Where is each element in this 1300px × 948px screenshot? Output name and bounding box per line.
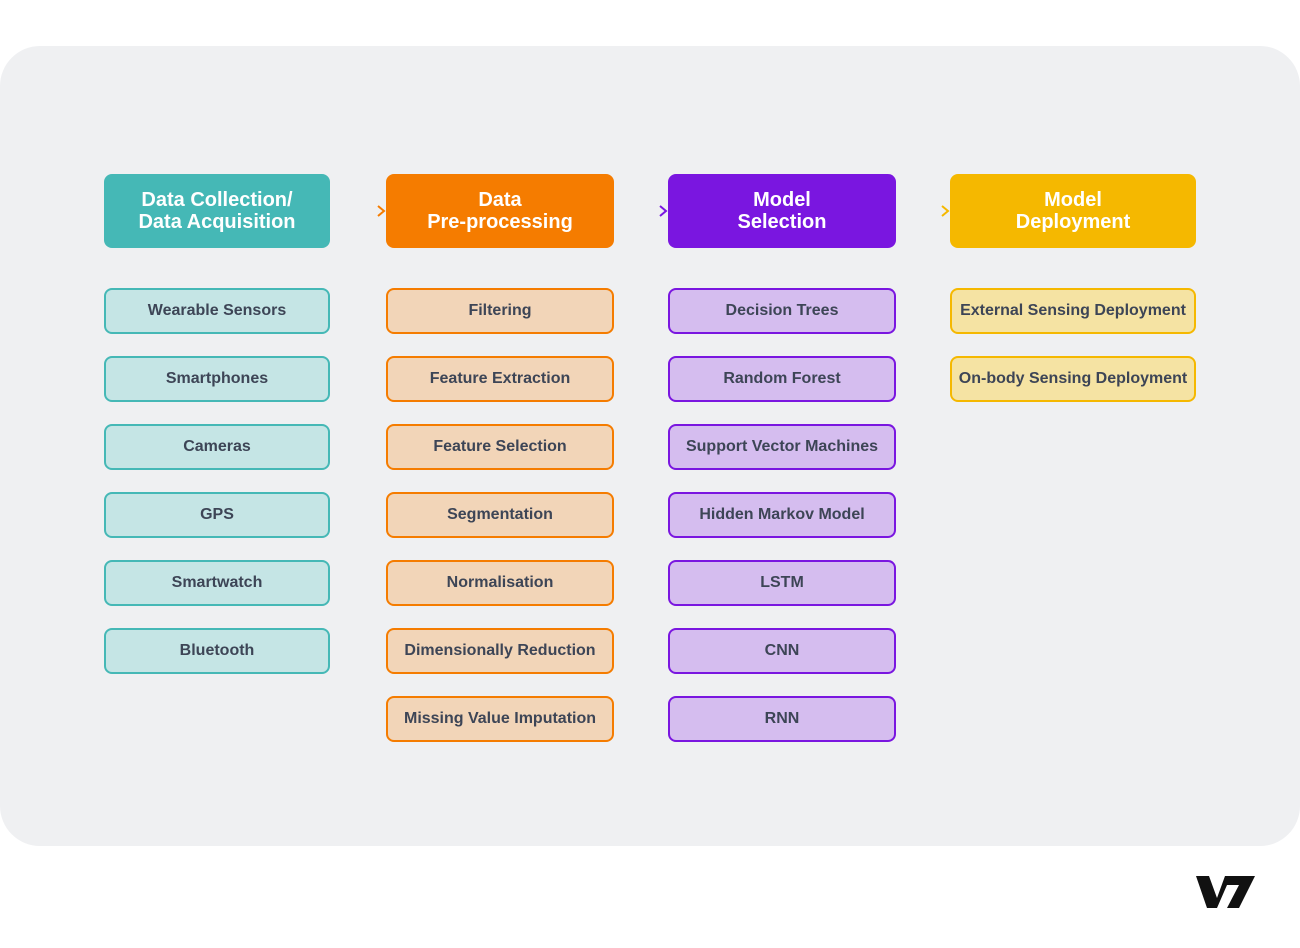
stage-header: Data Collection/ Data Acquisition — [104, 174, 330, 248]
stage-column: Model Selection Decision Trees Random Fore… — [668, 174, 896, 764]
stage-item: Smartphones — [104, 356, 330, 402]
stage-item: Decision Trees — [668, 288, 896, 334]
stage-item: Hidden Markov Model — [668, 492, 896, 538]
stage-header: Model Selection — [668, 174, 896, 248]
stage-item: CNN — [668, 628, 896, 674]
stage-column: Model Deployment External Sensing Deploym… — [950, 174, 1196, 424]
stage-header: Data Pre-processing — [386, 174, 614, 248]
stage-item: Cameras — [104, 424, 330, 470]
stage-item: Support Vector Machines — [668, 424, 896, 470]
stage-item: Smartwatch — [104, 560, 330, 606]
stage-item: Dimensionally Reduction — [386, 628, 614, 674]
stage-item: On-body Sensing Deployment — [950, 356, 1196, 402]
stage-item: GPS — [104, 492, 330, 538]
arrow-icon — [614, 205, 668, 217]
stage-item: Bluetooth — [104, 628, 330, 674]
stage-item: Random Forest — [668, 356, 896, 402]
arrow-icon — [896, 205, 950, 217]
stage-item: Wearable Sensors — [104, 288, 330, 334]
stage-item: Filtering — [386, 288, 614, 334]
stage-item: Normalisation — [386, 560, 614, 606]
stage-item: Missing Value Imputation — [386, 696, 614, 742]
stage-item: External Sensing Deployment — [950, 288, 1196, 334]
stage-header: Model Deployment — [950, 174, 1196, 248]
stage-column: Data Collection/ Data Acquisition Wearabl… — [104, 174, 330, 696]
arrow-icon — [330, 205, 386, 217]
stage-item: Feature Extraction — [386, 356, 614, 402]
stage-item: RNN — [668, 696, 896, 742]
stage-item: Segmentation — [386, 492, 614, 538]
v7-logo — [1196, 876, 1255, 908]
stage-item: Feature Selection — [386, 424, 614, 470]
stage-column: Data Pre-processing Filtering Feature Extr… — [386, 174, 614, 764]
stage-item: LSTM — [668, 560, 896, 606]
